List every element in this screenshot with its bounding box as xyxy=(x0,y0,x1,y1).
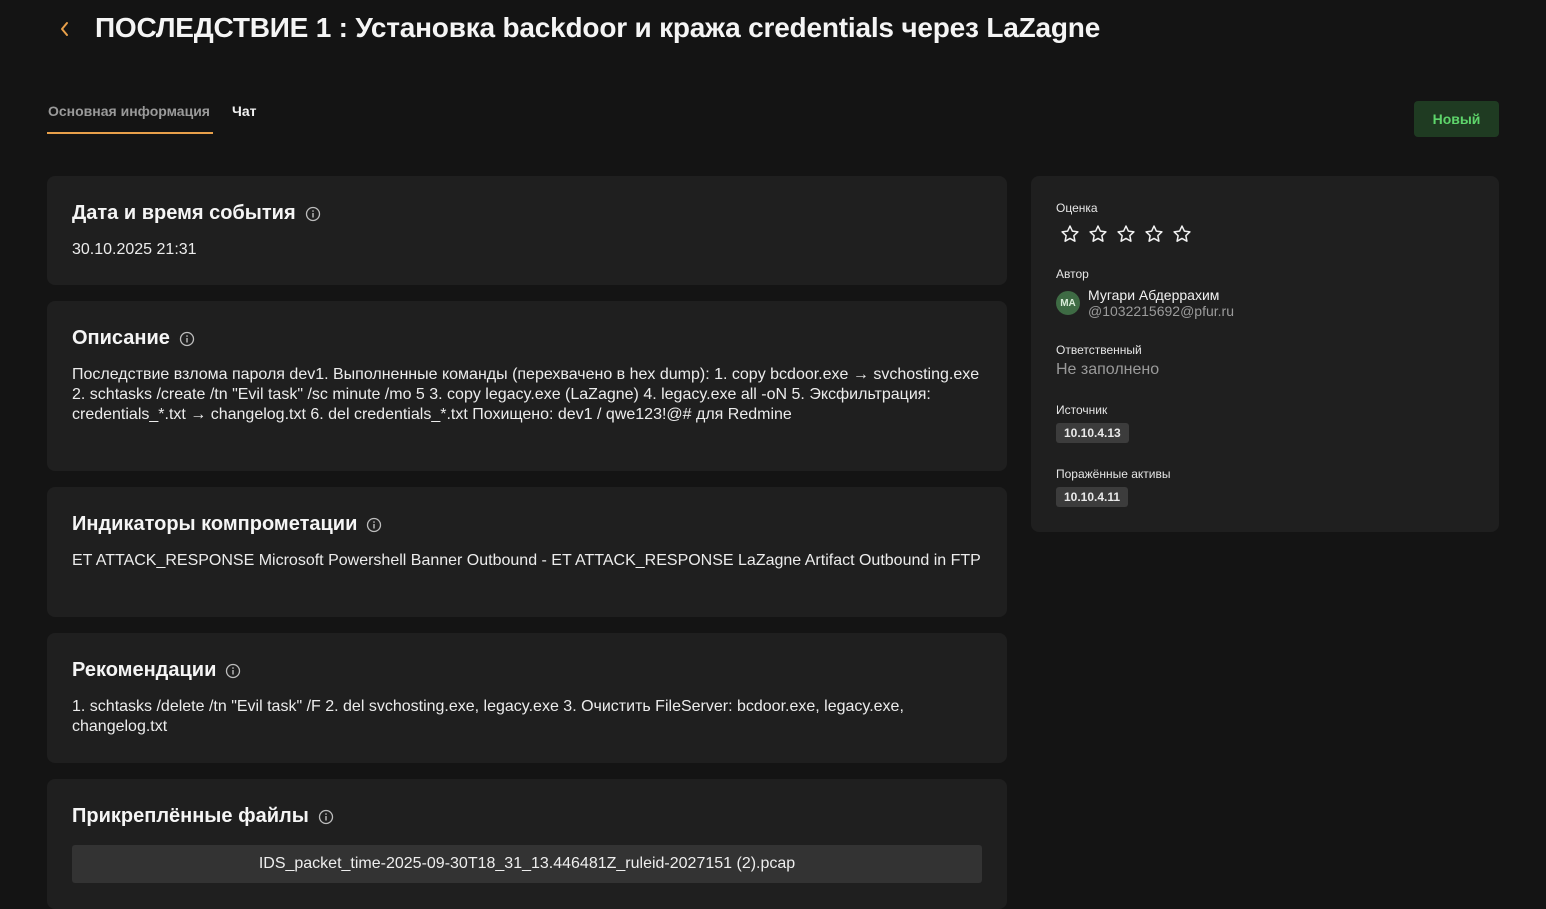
source-label: Источник xyxy=(1056,403,1108,417)
affected-asset-ip-tag[interactable]: 10.10.4.11 xyxy=(1056,487,1129,507)
rating-stars xyxy=(1059,223,1474,245)
page-title: ПОСЛЕДСТВИЕ 1 : Установка backdoor и кра… xyxy=(95,12,1101,43)
description-card: Описание Последствие взлома пароля dev1.… xyxy=(47,301,1007,471)
datetime-title-row: Дата и время события xyxy=(72,202,982,224)
files-title-row: Прикреплённые файлы xyxy=(72,805,982,827)
tab-bar: Основная информация Чат xyxy=(47,98,256,136)
indicators-card: Индикаторы компрометации ET ATTACK_RESPO… xyxy=(47,487,1007,617)
star-icon[interactable] xyxy=(1059,223,1081,245)
author-row: MA Мугари Абдеррахим @1032215692@pfur.ru xyxy=(1056,287,1474,319)
indicators-title-row: Индикаторы компрометации xyxy=(72,513,982,535)
responsible-label: Ответственный xyxy=(1056,343,1142,357)
recommendations-text: 1. schtasks /delete /tn "Evil task" /F 2… xyxy=(72,698,904,735)
author-email: @1032215692@pfur.ru xyxy=(1088,303,1234,319)
recommendations-title-row: Рекомендации xyxy=(72,659,982,681)
responsible-value[interactable]: Не заполнено xyxy=(1056,361,1474,379)
description-title: Описание xyxy=(72,326,170,349)
author-label: Автор xyxy=(1056,267,1089,281)
tab-main-info[interactable]: Основная информация xyxy=(47,98,213,134)
star-icon[interactable] xyxy=(1115,223,1137,245)
files-title: Прикреплённые файлы xyxy=(72,804,309,827)
status-button[interactable]: Новый xyxy=(1414,101,1499,137)
recommendations-card: Рекомендации 1. schtasks /delete /tn "Ev… xyxy=(47,633,1007,763)
datetime-card: Дата и время события 30.10.2025 21:31 xyxy=(47,176,1007,285)
indicators-text: ET ATTACK_RESPONSE Microsoft Powershell … xyxy=(72,552,981,569)
avatar: MA xyxy=(1056,291,1080,315)
tab-chat[interactable]: Чат xyxy=(232,98,256,134)
description-text: Последствие взлома пароля dev1. Выполнен… xyxy=(72,366,980,423)
info-icon[interactable] xyxy=(366,517,382,533)
chevron-left-icon xyxy=(61,22,68,36)
attached-file[interactable]: IDS_packet_time-2025-09-30T18_31_13.4464… xyxy=(72,845,982,883)
info-icon[interactable] xyxy=(318,809,334,825)
star-icon[interactable] xyxy=(1171,223,1193,245)
info-icon[interactable] xyxy=(225,663,241,679)
author-info: Мугари Абдеррахим @1032215692@pfur.ru xyxy=(1088,287,1234,319)
source-ip-tag[interactable]: 10.10.4.13 xyxy=(1056,423,1129,443)
star-icon[interactable] xyxy=(1087,223,1109,245)
info-icon[interactable] xyxy=(179,331,195,347)
page-header: ПОСЛЕДСТВИЕ 1 : Установка backdoor и кра… xyxy=(0,0,1546,60)
attached-files-card: Прикреплённые файлы IDS_packet_time-2025… xyxy=(47,779,1007,909)
details-sidebar: Оценка Автор MA Мугари Абдеррахим @10322… xyxy=(1031,176,1499,532)
datetime-value: 30.10.2025 21:31 xyxy=(72,241,197,258)
back-button[interactable] xyxy=(52,14,78,44)
description-title-row: Описание xyxy=(72,327,982,349)
datetime-title: Дата и время события xyxy=(72,201,296,224)
recommendations-title: Рекомендации xyxy=(72,658,217,681)
star-icon[interactable] xyxy=(1143,223,1165,245)
rating-label: Оценка xyxy=(1056,201,1098,215)
author-name: Мугари Абдеррахим xyxy=(1088,287,1220,303)
info-icon[interactable] xyxy=(305,206,321,222)
affected-assets-label: Поражённые активы xyxy=(1056,467,1171,481)
indicators-title: Индикаторы компрометации xyxy=(72,512,358,535)
